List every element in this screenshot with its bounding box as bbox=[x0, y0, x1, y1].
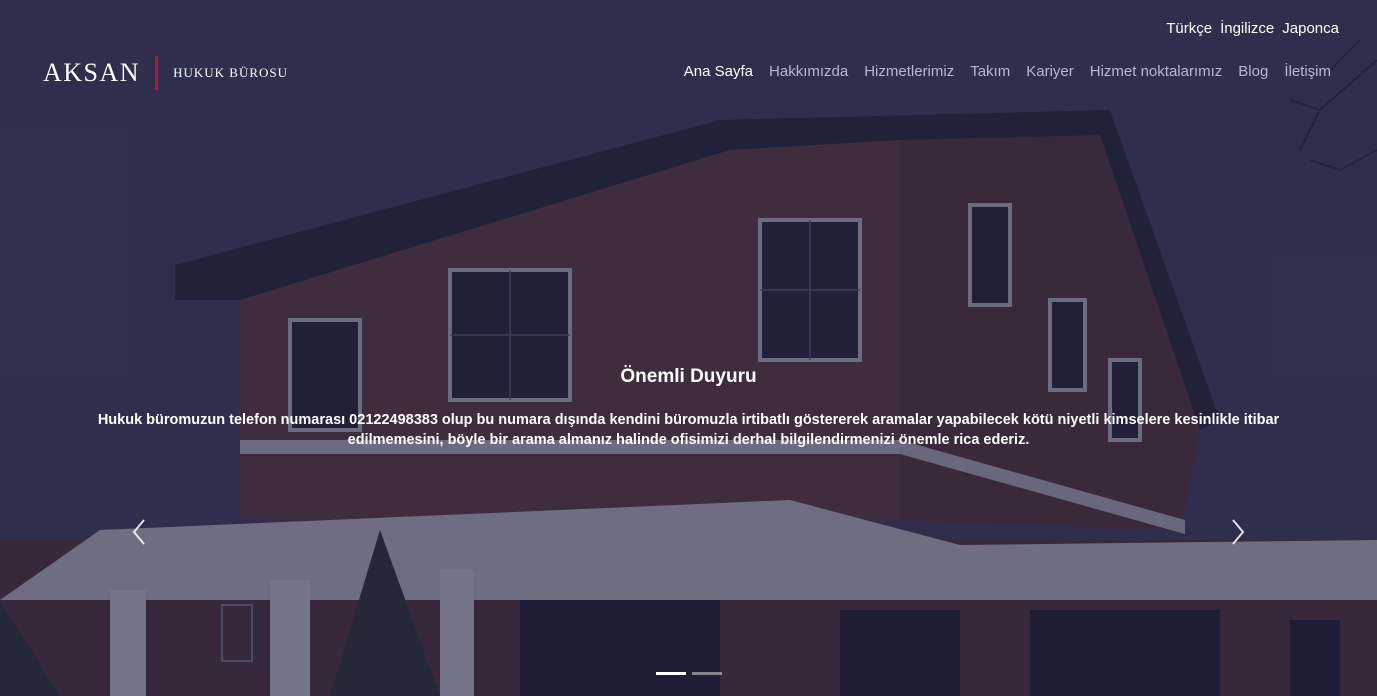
logo-sub-text: HUKUK BÜROSU bbox=[173, 65, 289, 80]
slide-title: Önemli Duyuru bbox=[620, 366, 757, 387]
carousel-prev-button[interactable] bbox=[128, 516, 152, 548]
nav-item-about[interactable]: Hakkımızda bbox=[769, 63, 848, 80]
carousel-indicators bbox=[0, 672, 1377, 675]
nav-item-service-points[interactable]: Hizmet noktalarımız bbox=[1090, 63, 1223, 80]
chevron-right-icon bbox=[1232, 519, 1245, 545]
slide-text: Hukuk büromuzun telefon numarası 0212249… bbox=[97, 412, 1280, 448]
hero-carousel: Türkçe İngilizce Japonca AKSAN HUKUK BÜR… bbox=[0, 0, 1377, 696]
carousel-indicator[interactable] bbox=[655, 672, 686, 675]
chevron-left-icon bbox=[132, 519, 145, 545]
carousel-indicator[interactable] bbox=[691, 672, 722, 675]
nav-item-contact[interactable]: İletişim bbox=[1284, 63, 1331, 80]
nav-item-home[interactable]: Ana Sayfa bbox=[684, 63, 753, 80]
slide-caption: Önemli Duyuru Hukuk büromuzun telefon nu… bbox=[50, 366, 1327, 450]
language-switcher: Türkçe İngilizce Japonca bbox=[1166, 20, 1339, 37]
nav-item-team[interactable]: Takım bbox=[970, 63, 1010, 80]
main-navigation: Ana Sayfa Hakkımızda Hizmetlerimiz Takım… bbox=[684, 63, 1331, 80]
language-japanese[interactable]: Japonca bbox=[1282, 20, 1339, 37]
carousel-next-button[interactable] bbox=[1225, 516, 1249, 548]
logo-divider bbox=[155, 56, 159, 90]
site-logo[interactable]: AKSAN HUKUK BÜROSU bbox=[43, 56, 288, 90]
nav-item-blog[interactable]: Blog bbox=[1238, 63, 1268, 80]
hero-overlay bbox=[0, 0, 1377, 696]
nav-item-career[interactable]: Kariyer bbox=[1026, 63, 1074, 80]
logo-main-text: AKSAN bbox=[43, 58, 141, 87]
nav-item-services[interactable]: Hizmetlerimiz bbox=[864, 63, 954, 80]
language-turkish[interactable]: Türkçe bbox=[1166, 20, 1212, 37]
language-english[interactable]: İngilizce bbox=[1220, 20, 1274, 37]
